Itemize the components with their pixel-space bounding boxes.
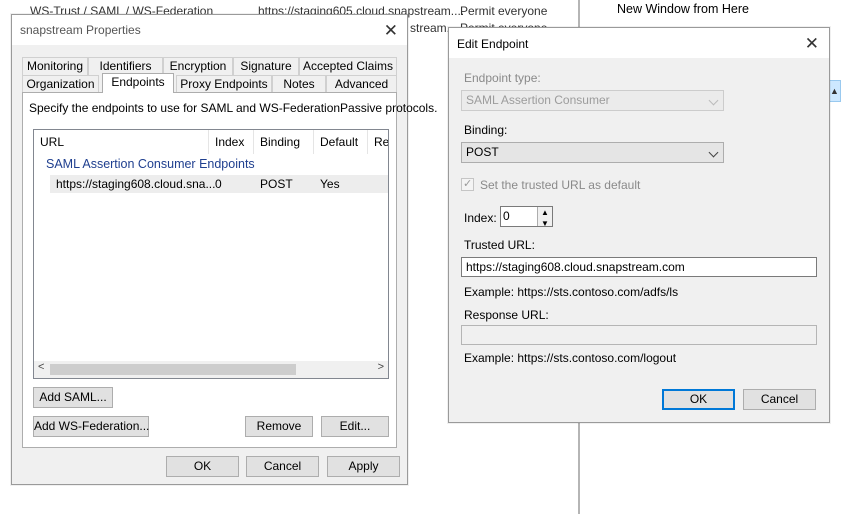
properties-titlebar: snapstream Properties ✕ — [12, 15, 407, 45]
binding-label: Binding: — [464, 123, 508, 137]
row-binding: POST — [260, 177, 293, 191]
add-wsfed-button[interactable]: Add WS-Federation... — [33, 416, 149, 437]
tab-advanced[interactable]: Advanced — [326, 75, 397, 93]
col-binding[interactable]: Binding — [254, 130, 314, 154]
edit-endpoint-cancel-button[interactable]: Cancel — [743, 389, 816, 410]
tab-endpoints[interactable]: Endpoints — [102, 73, 174, 93]
col-index[interactable]: Index — [209, 130, 254, 154]
properties-title: snapstream Properties — [20, 23, 141, 37]
remove-button[interactable]: Remove — [245, 416, 313, 437]
index-spin-buttons[interactable]: ▲ ▼ — [537, 207, 552, 226]
spin-down-icon[interactable]: ▼ — [541, 215, 549, 226]
col-response[interactable]: Re — [368, 130, 388, 154]
endpoint-type-chevron-down-icon — [708, 95, 719, 106]
edit-endpoint-dialog: Edit Endpoint ✕ Endpoint type: SAML Asse… — [448, 27, 830, 423]
bg-context-menu-item[interactable]: New Window from Here — [617, 2, 749, 16]
trusted-url-label: Trusted URL: — [464, 238, 535, 252]
check-icon: ✓ — [463, 178, 473, 190]
endpoint-type-value: SAML Assertion Consumer — [466, 93, 610, 107]
endpoints-panel: Specify the endpoints to use for SAML an… — [22, 92, 437, 448]
row-default: Yes — [320, 177, 340, 191]
tab-notes[interactable]: Notes — [272, 75, 326, 93]
row-index: 0 — [215, 177, 222, 191]
scroll-right-icon[interactable]: > — [378, 361, 384, 373]
response-url-input[interactable] — [461, 325, 817, 345]
tab-accepted-claims[interactable]: Accepted Claims — [299, 57, 397, 75]
row-url: https://staging608.cloud.sna... — [56, 177, 216, 191]
tab-organization[interactable]: Organization — [22, 75, 99, 93]
trusted-default-label: Set the trusted URL as default — [480, 178, 641, 192]
binding-value: POST — [466, 145, 499, 159]
table-row[interactable]: https://staging608.cloud.sna... 0 POST Y… — [50, 175, 388, 193]
edit-endpoint-close-icon[interactable]: ✕ — [805, 35, 819, 52]
trusted-default-checkbox[interactable]: ✓ — [461, 178, 474, 191]
index-stepper[interactable]: 0 ▲ ▼ — [500, 206, 553, 227]
properties-cancel-button[interactable]: Cancel — [246, 456, 319, 477]
edit-endpoint-ok-button[interactable]: OK — [662, 389, 735, 410]
endpoints-list[interactable]: URL Index Binding Default Re SAML Assert… — [33, 129, 389, 379]
edit-button[interactable]: Edit... — [321, 416, 389, 437]
tab-monitoring[interactable]: Monitoring — [22, 57, 88, 75]
bg-rp-policy: Permit everyone — [460, 4, 548, 18]
trusted-url-input[interactable]: https://staging608.cloud.snapstream.com — [461, 257, 817, 277]
trusted-url-value: https://staging608.cloud.snapstream.com — [466, 260, 685, 274]
scroll-left-icon[interactable]: < — [38, 361, 44, 373]
col-url[interactable]: URL — [34, 130, 209, 154]
properties-dialog: snapstream Properties ✕ Monitoring Ident… — [11, 14, 437, 485]
add-saml-button[interactable]: Add SAML... — [33, 387, 113, 408]
properties-ok-button[interactable]: OK — [166, 456, 239, 477]
tab-proxy-endpoints[interactable]: Proxy Endpoints — [176, 75, 272, 93]
response-url-label: Response URL: — [464, 308, 549, 322]
binding-select[interactable]: POST — [461, 142, 724, 163]
list-group-header: SAML Assertion Consumer Endpoints — [46, 157, 255, 171]
list-horizontal-scrollbar[interactable]: < > — [34, 361, 388, 378]
tab-signature[interactable]: Signature — [233, 57, 299, 75]
properties-close-icon[interactable]: ✕ — [384, 22, 398, 39]
index-value: 0 — [503, 209, 510, 223]
index-label: Index: — [464, 211, 497, 225]
response-url-example: Example: https://sts.contoso.com/logout — [464, 351, 677, 365]
properties-apply-button[interactable]: Apply — [327, 456, 400, 477]
bg-expand-arrow-icon: ▲ — [830, 86, 839, 96]
endpoint-type-label: Endpoint type: — [464, 71, 541, 85]
binding-chevron-down-icon — [708, 147, 719, 158]
endpoints-description: Specify the endpoints to use for SAML an… — [29, 101, 438, 115]
edit-endpoint-titlebar: Edit Endpoint ✕ — [449, 28, 829, 58]
edit-endpoint-title: Edit Endpoint — [457, 37, 529, 51]
col-default[interactable]: Default — [314, 130, 368, 154]
endpoint-type-select[interactable]: SAML Assertion Consumer — [461, 90, 724, 111]
trusted-url-example: Example: https://sts.contoso.com/adfs/ls — [464, 285, 679, 299]
scroll-thumb[interactable] — [50, 364, 296, 375]
